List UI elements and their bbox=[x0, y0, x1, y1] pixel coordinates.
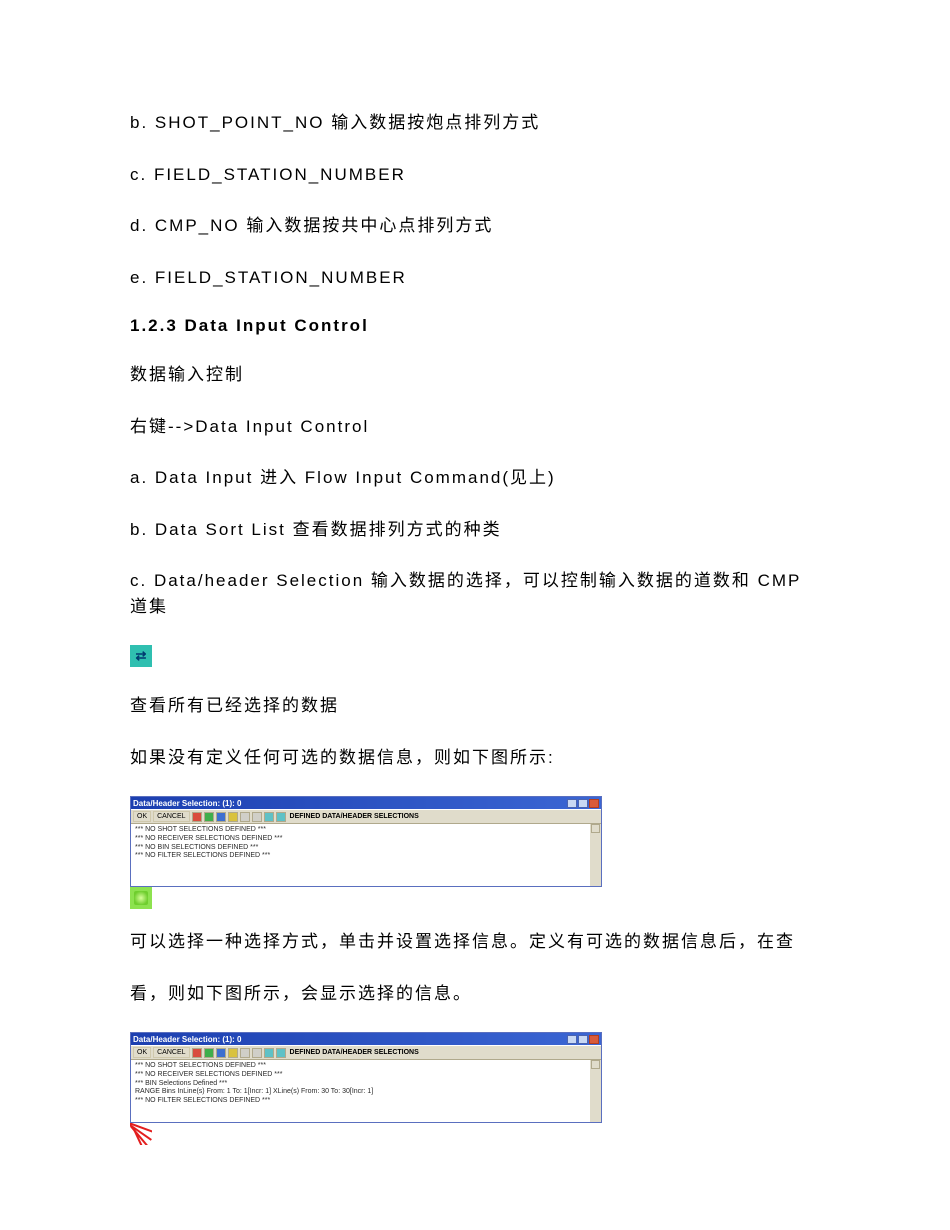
data-selection-icon: ⇄ bbox=[130, 645, 152, 667]
dialog-toolbar: OK CANCEL DEFINED DATA/HEADER SELECTIONS bbox=[131, 809, 601, 824]
dialog-title: Data/Header Selection: (1): 0 bbox=[133, 799, 241, 808]
body-line: *** NO SHOT SELECTIONS DEFINED *** bbox=[135, 826, 586, 835]
dialog-titlebar: Data/Header Selection: (1): 0 bbox=[131, 797, 601, 809]
para-p5: 可以选择一种选择方式，单击并设置选择信息。定义有可选的数据信息后，在查 bbox=[130, 929, 820, 955]
dialog-screenshot-2: Data/Header Selection: (1): 0 OK CANCEL … bbox=[130, 1032, 602, 1123]
toolbar-icon-2[interactable] bbox=[204, 812, 214, 822]
para-p6: 看，则如下图所示，会显示选择的信息。 bbox=[130, 981, 820, 1007]
toolbar-icon-6[interactable] bbox=[252, 812, 262, 822]
body-line: *** NO SHOT SELECTIONS DEFINED *** bbox=[135, 1062, 586, 1071]
para-b1: b. SHOT_POINT_NO 输入数据按炮点排列方式 bbox=[130, 110, 820, 136]
para-d1: d. CMP_NO 输入数据按共中心点排列方式 bbox=[130, 213, 820, 239]
window-controls bbox=[567, 799, 599, 808]
toolbar-icon-8[interactable] bbox=[276, 1048, 286, 1058]
toolbar-icon-3[interactable] bbox=[216, 1048, 226, 1058]
para-c2: c. Data/header Selection 输入数据的选择，可以控制输入数… bbox=[130, 568, 820, 619]
para-e1: e. FIELD_STATION_NUMBER bbox=[130, 265, 820, 291]
toolbar-label: DEFINED DATA/HEADER SELECTIONS bbox=[290, 1049, 419, 1056]
body-line: *** BIN Selections Defined *** bbox=[135, 1080, 586, 1089]
minimize-icon[interactable] bbox=[567, 1035, 577, 1044]
red-burst-icon bbox=[130, 1123, 152, 1145]
toolbar-icon-6[interactable] bbox=[252, 1048, 262, 1058]
body-line: RANGE Bins InLine(s) From: 1 To: 1[Incr:… bbox=[135, 1088, 586, 1097]
toolbar-icon-5[interactable] bbox=[240, 812, 250, 822]
minimize-icon[interactable] bbox=[567, 799, 577, 808]
cancel-button[interactable]: CANCEL bbox=[153, 1047, 189, 1058]
toolbar-label: DEFINED DATA/HEADER SELECTIONS bbox=[290, 813, 419, 820]
body-line: *** NO FILTER SELECTIONS DEFINED *** bbox=[135, 1097, 586, 1106]
document-page: b. SHOT_POINT_NO 输入数据按炮点排列方式 c. FIELD_ST… bbox=[0, 0, 950, 1225]
dialog-toolbar: OK CANCEL DEFINED DATA/HEADER SELECTIONS bbox=[131, 1045, 601, 1060]
dialog-body: *** NO SHOT SELECTIONS DEFINED *** *** N… bbox=[131, 1060, 601, 1122]
window-controls bbox=[567, 1035, 599, 1044]
dialog-body: *** NO SHOT SELECTIONS DEFINED *** *** N… bbox=[131, 824, 601, 886]
dialog-title: Data/Header Selection: (1): 0 bbox=[133, 1035, 241, 1044]
toolbar-icon-2[interactable] bbox=[204, 1048, 214, 1058]
scroll-up-icon[interactable] bbox=[591, 824, 600, 833]
section-heading: 1.2.3 Data Input Control bbox=[130, 316, 820, 336]
dialog-titlebar: Data/Header Selection: (1): 0 bbox=[131, 1033, 601, 1045]
body-line: *** NO RECEIVER SELECTIONS DEFINED *** bbox=[135, 1071, 586, 1080]
close-icon[interactable] bbox=[589, 799, 599, 808]
close-icon[interactable] bbox=[589, 1035, 599, 1044]
ok-button[interactable]: OK bbox=[133, 811, 151, 822]
para-p1: 数据输入控制 bbox=[130, 362, 820, 388]
body-line: *** NO FILTER SELECTIONS DEFINED *** bbox=[135, 852, 586, 861]
maximize-icon[interactable] bbox=[578, 799, 588, 808]
para-a2: a. Data Input 进入 Flow Input Command(见上) bbox=[130, 465, 820, 491]
maximize-icon[interactable] bbox=[578, 1035, 588, 1044]
green-star-icon bbox=[130, 887, 152, 909]
toolbar-icon-3[interactable] bbox=[216, 812, 226, 822]
toolbar-icon-1[interactable] bbox=[192, 812, 202, 822]
ok-button[interactable]: OK bbox=[133, 1047, 151, 1058]
scroll-up-icon[interactable] bbox=[591, 1060, 600, 1069]
para-p4: 如果没有定义任何可选的数据信息，则如下图所示: bbox=[130, 745, 820, 771]
toolbar-icon-4[interactable] bbox=[228, 1048, 238, 1058]
para-p2: 右键-->Data Input Control bbox=[130, 414, 820, 440]
toolbar-icon-4[interactable] bbox=[228, 812, 238, 822]
toolbar-icon-7[interactable] bbox=[264, 812, 274, 822]
toolbar-icon-7[interactable] bbox=[264, 1048, 274, 1058]
dialog-screenshot-1: Data/Header Selection: (1): 0 OK CANCEL … bbox=[130, 796, 602, 887]
toolbar-icon-1[interactable] bbox=[192, 1048, 202, 1058]
para-p3: 查看所有已经选择的数据 bbox=[130, 693, 820, 719]
cancel-button[interactable]: CANCEL bbox=[153, 811, 189, 822]
toolbar-icon-8[interactable] bbox=[276, 812, 286, 822]
para-c1: c. FIELD_STATION_NUMBER bbox=[130, 162, 820, 188]
body-line: *** NO RECEIVER SELECTIONS DEFINED *** bbox=[135, 835, 586, 844]
body-line: *** NO BIN SELECTIONS DEFINED *** bbox=[135, 844, 586, 853]
arrows-icon: ⇄ bbox=[136, 648, 147, 664]
toolbar-icon-5[interactable] bbox=[240, 1048, 250, 1058]
para-b2: b. Data Sort List 查看数据排列方式的种类 bbox=[130, 517, 820, 543]
